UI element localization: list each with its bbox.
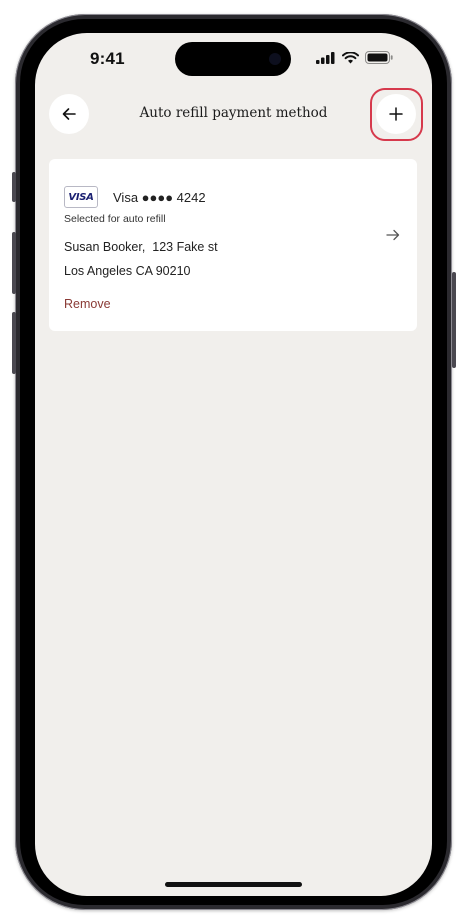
volume-up-button (12, 232, 16, 294)
status-time: 9:41 (90, 49, 125, 68)
plus-icon (389, 107, 403, 121)
dynamic-island (175, 42, 291, 76)
volume-down-button (12, 312, 16, 374)
home-indicator (165, 882, 302, 887)
remove-button[interactable]: Remove (64, 297, 111, 311)
status-icons (316, 51, 393, 64)
add-payment-method-button[interactable] (376, 94, 416, 134)
wifi-icon (342, 51, 359, 63)
battery-icon (365, 51, 393, 64)
payment-method-card[interactable]: VISA Visa ●●●● 4242 Selected for auto re… (49, 159, 417, 331)
card-label: Visa ●●●● 4242 (113, 190, 206, 205)
auto-refill-status: Selected for auto refill (64, 213, 166, 225)
silent-switch (12, 172, 16, 202)
arrow-right-icon[interactable] (385, 227, 401, 243)
arrow-left-icon (62, 108, 76, 120)
visa-logo: VISA (64, 186, 98, 208)
billing-address-line-2: Los Angeles CA 90210 (64, 264, 191, 278)
camera-icon (269, 53, 281, 65)
cellular-signal-icon (316, 51, 335, 64)
app-screen: 9:41 Auto refill payment method VISA Vis… (35, 33, 432, 896)
billing-address-line-1: Susan Booker, 123 Fake st (64, 240, 218, 254)
power-button (452, 272, 456, 368)
page-title: Auto refill payment method (139, 105, 328, 121)
back-button[interactable] (49, 94, 89, 134)
